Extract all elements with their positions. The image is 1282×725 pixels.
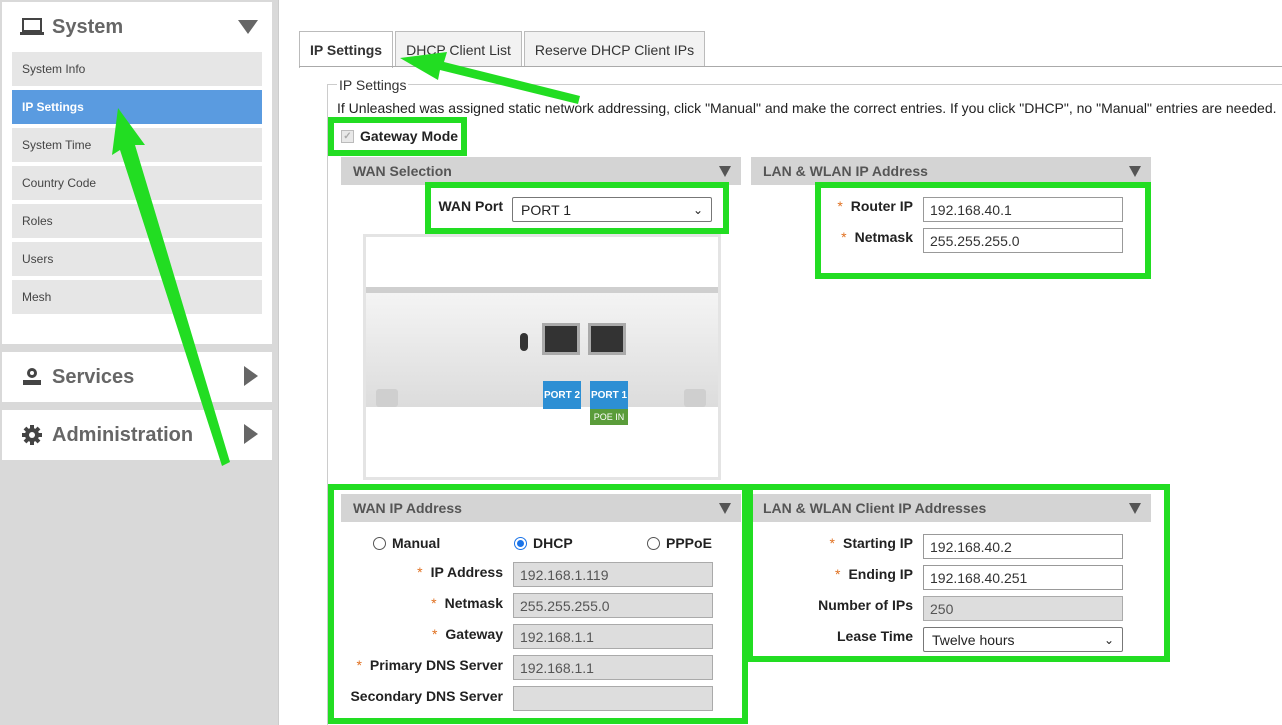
annotation-arrows	[112, 52, 580, 466]
arrow-to-ip-settings-nav	[112, 108, 230, 466]
arrow-to-ip-settings-tab	[400, 52, 580, 104]
